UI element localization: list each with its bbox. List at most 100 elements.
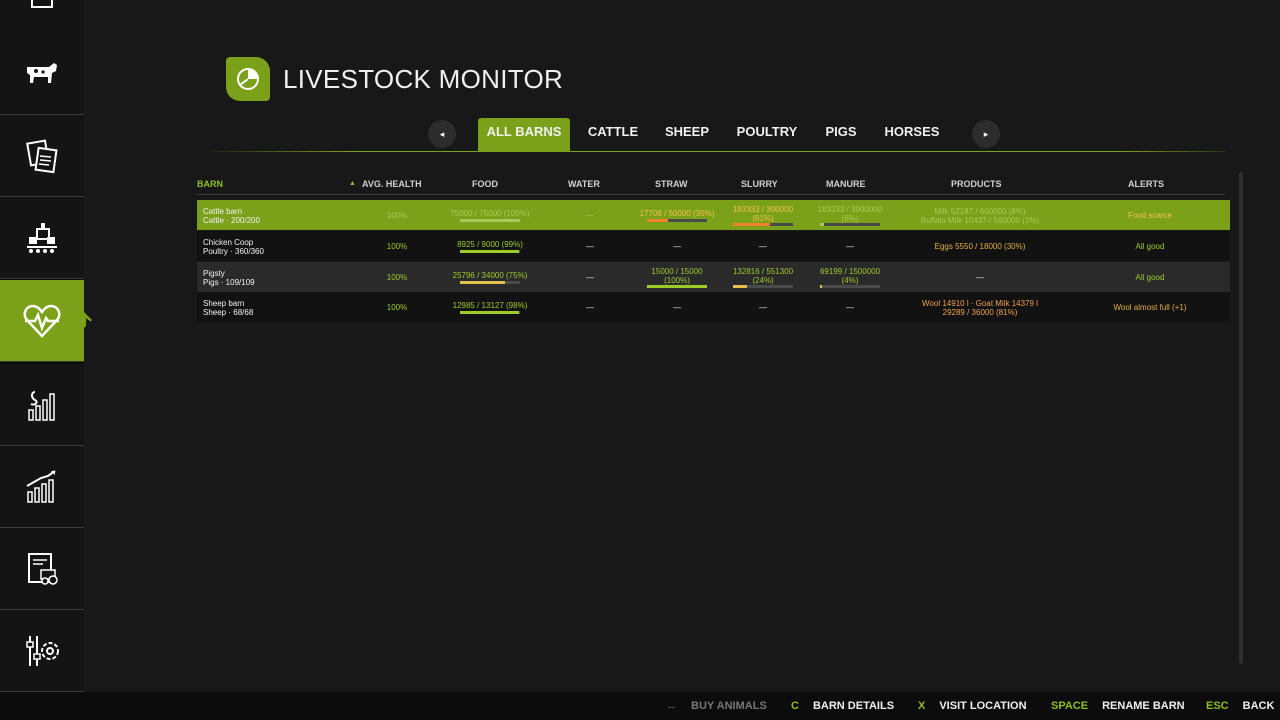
straw-value: — [673, 242, 681, 251]
rename-barn-label: RENAME BARN [1102, 700, 1185, 712]
column-header-water[interactable]: WATER [568, 179, 600, 189]
sidebar-item-contracts[interactable] [0, 528, 84, 610]
column-header-manure[interactable]: MANURE [826, 179, 866, 189]
slurry-value: 183333 / 300000 [732, 205, 794, 214]
arrows-key-icon: ↔ [666, 700, 677, 712]
manure-bar [820, 285, 880, 288]
manure-bar [820, 223, 880, 226]
alert-text: Food scarce [1127, 211, 1173, 220]
sidebar-item-animals[interactable] [0, 33, 84, 115]
manure-value: — [846, 303, 854, 312]
straw-bar [647, 285, 707, 288]
rename-barn-button[interactable]: SPACE RENAME BARN [1051, 700, 1185, 712]
food-bar [460, 219, 520, 222]
tab-all-barns[interactable]: ALL BARNS [478, 118, 570, 152]
key-c: C [791, 700, 799, 712]
straw-percent: (100%) [664, 276, 690, 285]
column-header-avg-health[interactable]: AVG. HEALTH [362, 179, 422, 189]
column-header-products[interactable]: PRODUCTS [951, 179, 1002, 189]
manure-percent: (6%) [841, 214, 859, 223]
cow-icon [27, 62, 57, 83]
key-esc: ESC [1206, 700, 1229, 712]
sidebar-item-livestock-monitor[interactable] [0, 280, 92, 362]
tab-horses[interactable]: HORSES [882, 118, 942, 152]
tab-poultry[interactable]: POULTRY [734, 118, 800, 152]
heart-rate-icon [23, 304, 61, 338]
manure-percent: (4%) [841, 276, 859, 285]
slurry-value: — [759, 242, 767, 251]
alert-text: All good [1135, 242, 1165, 251]
documents-icon [26, 138, 58, 173]
table-row[interactable]: Cattle barn Cattle · 200/200 100% 75000 … [197, 200, 1230, 230]
manure-value: 69199 / 1500000 [819, 267, 881, 276]
avg-health: 100% [386, 242, 408, 251]
straw-value: 17708 / 50000 (35%) [639, 209, 715, 218]
page-title: LIVESTOCK MONITOR [283, 64, 564, 94]
livestock-monitor-icon [226, 57, 270, 101]
water-value: — [586, 273, 594, 282]
sidebar-item-prices[interactable] [0, 364, 84, 446]
manure-value: — [846, 242, 854, 251]
table-header-divider [197, 194, 1225, 195]
visit-location-button[interactable]: X VISIT LOCATION [918, 700, 1027, 712]
tab-sheep[interactable]: SHEEP [662, 118, 712, 152]
arrow-left-icon: ◂ [439, 128, 445, 139]
food-bar [460, 311, 520, 314]
products-secondary: 29289 / 36000 (81%) [942, 308, 1018, 317]
tab-next-button[interactable]: ▸ [972, 120, 1000, 148]
barn-details-button[interactable]: C BARN DETAILS [791, 700, 894, 712]
settings-icon [26, 635, 59, 666]
sidebar-item-documents[interactable] [0, 115, 84, 197]
active-indicator [86, 318, 91, 326]
table-row[interactable]: Chicken Coop Poultry · 360/360 100% 8925… [197, 231, 1230, 261]
column-header-slurry[interactable]: SLURRY [741, 179, 778, 189]
alert-text: Wool almost full (+1) [1113, 303, 1187, 312]
manure-value: 183333 / 3000000 [817, 205, 883, 214]
alert-text: All good [1135, 273, 1165, 282]
key-x: X [918, 700, 926, 712]
tab-prev-button[interactable]: ◂ [428, 120, 456, 148]
products-value: Eggs 5550 / 18000 (30%) [934, 242, 1026, 251]
buy-animals-label: BUY ANIMALS [691, 700, 767, 712]
tab-underline [200, 151, 1225, 152]
barn-name: Chicken Coop [203, 238, 254, 247]
production-icon [27, 222, 57, 253]
food-value: 12985 / 13127 (98%) [452, 301, 528, 310]
statistics-chart-icon [26, 469, 56, 503]
products-secondary: Buffalo Milk 10437 / 560000 (1%) [920, 216, 1040, 225]
straw-value: — [673, 303, 681, 312]
water-value: — [586, 211, 594, 220]
barn-animals: Sheep · 68/68 [203, 308, 254, 317]
back-label: BACK [1242, 700, 1275, 712]
key-space: SPACE [1051, 700, 1089, 712]
food-value: 25796 / 34000 (75%) [452, 271, 528, 280]
buy-animals-button[interactable]: ↔ BUY ANIMALS [666, 700, 767, 712]
sidebar-item-settings[interactable] [0, 610, 84, 692]
barn-animals: Poultry · 360/360 [203, 247, 264, 256]
prices-chart-icon [28, 390, 55, 421]
back-button[interactable]: ESC BACK [1206, 700, 1274, 712]
sidebar-item-production[interactable] [0, 197, 84, 279]
sort-ascending-icon: ▲ [349, 180, 356, 187]
barn-name: Pigsty [203, 269, 225, 278]
food-value: 8925 / 9000 (99%) [457, 240, 523, 249]
column-header-barn[interactable]: BARN [197, 179, 223, 189]
tab-pigs[interactable]: PIGS [822, 118, 860, 152]
products-value: Milk 52187 / 600000 (8%) [934, 207, 1026, 216]
tab-cattle[interactable]: CATTLE [584, 118, 642, 152]
visit-location-label: VISIT LOCATION [939, 700, 1027, 712]
barn-name: Cattle barn [203, 207, 243, 216]
table-row[interactable]: Pigsty Pigs · 109/109 100% 25796 / 34000… [197, 262, 1230, 292]
sidebar-item-shop[interactable] [0, 0, 84, 34]
barn-details-label: BARN DETAILS [812, 700, 895, 712]
slurry-value: 132816 / 551300 [732, 267, 794, 276]
sidebar [0, 0, 92, 692]
table-scrollbar[interactable] [1239, 172, 1243, 664]
column-header-food[interactable]: FOOD [472, 179, 498, 189]
column-header-alerts[interactable]: ALERTS [1128, 179, 1164, 189]
table-row[interactable]: Sheep barn Sheep · 68/68 100% 12985 / 13… [197, 292, 1230, 322]
avg-health: 100% [386, 273, 408, 282]
sidebar-item-statistics[interactable] [0, 446, 84, 528]
slurry-percent: (24%) [752, 276, 774, 285]
column-header-straw[interactable]: STRAW [655, 179, 688, 189]
